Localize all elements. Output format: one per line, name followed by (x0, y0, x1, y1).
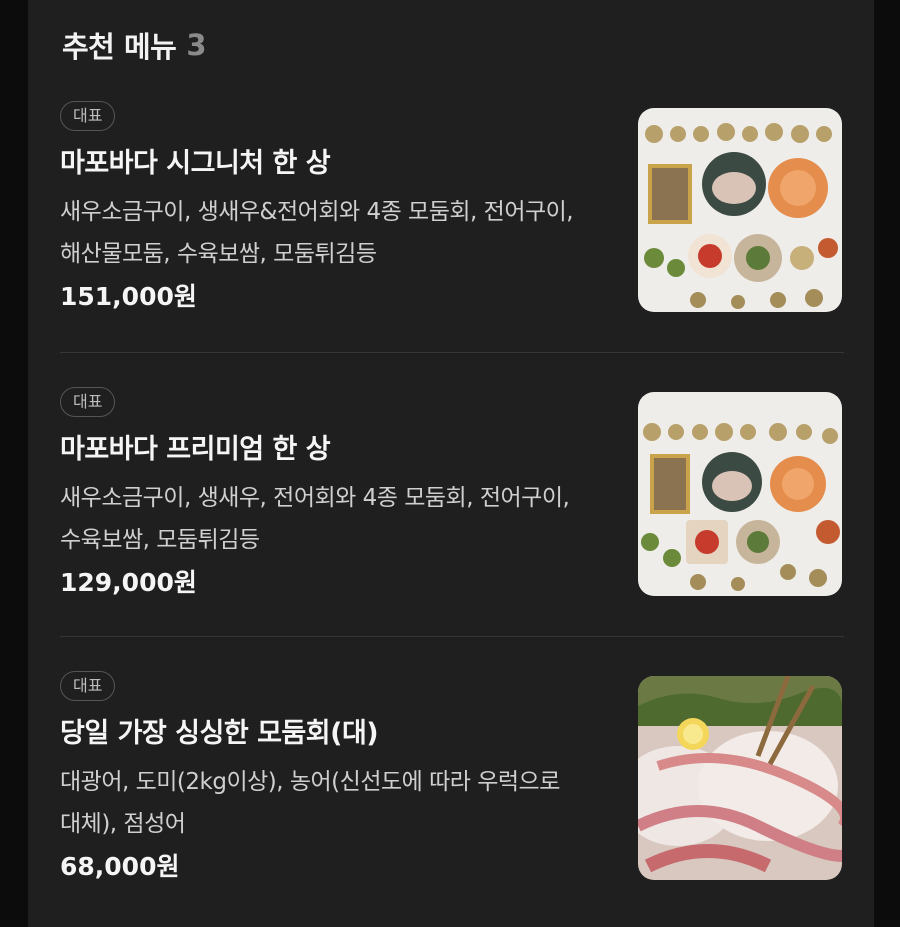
menu-item-description: 대광어, 도미(2kg이상), 농어(신선도에 따라 우럭으로 대체), 점성어 (60, 769, 560, 837)
section-count: 3 (186, 28, 207, 62)
representative-badge: 대표 (60, 101, 116, 131)
sashimi-platter-image (638, 676, 842, 880)
menu-item-description: 새우소금구이, 생새우, 전어회와 4종 모둠회, 전어구이, 수육보쌈, 모둠… (60, 485, 570, 553)
recommended-menu-panel: 추천 메뉴 3 대표 마포바다 시그니처 한 상 새우소금구이, 생새우&전어회… (28, 0, 874, 927)
menu-item-assorted-sashimi[interactable]: 대표 당일 가장 싱싱한 모둠회(대) 대광어, 도미(2kg이상), 농어(신… (28, 671, 874, 927)
section-title: 추천 메뉴 (62, 30, 177, 64)
menu-item-photo[interactable] (638, 676, 842, 880)
menu-item-name: 당일 가장 싱싱한 모둠회(대) (60, 718, 379, 749)
representative-badge: 대표 (60, 671, 116, 701)
menu-item-price: 129,000원 (60, 568, 197, 597)
representative-badge: 대표 (60, 387, 116, 417)
seafood-spread-image (638, 392, 842, 596)
divider (60, 636, 844, 637)
menu-item-premium[interactable]: 대표 마포바다 프리미엄 한 상 새우소금구이, 생새우, 전어회와 4종 모둠… (28, 387, 874, 671)
section-header: 추천 메뉴 3 (62, 22, 207, 68)
menu-item-price: 68,000원 (60, 852, 180, 881)
menu-item-name: 마포바다 시그니처 한 상 (60, 148, 331, 179)
menu-item-price: 151,000원 (60, 282, 197, 311)
menu-item-signature[interactable]: 대표 마포바다 시그니처 한 상 새우소금구이, 생새우&전어회와 4종 모둠회… (28, 101, 874, 385)
menu-item-photo[interactable] (638, 392, 842, 596)
menu-item-description: 새우소금구이, 생새우&전어회와 4종 모둠회, 전어구이, 해산물모둠, 수육… (60, 199, 574, 267)
menu-item-name: 마포바다 프리미엄 한 상 (60, 434, 331, 465)
divider (60, 352, 844, 353)
menu-item-photo[interactable] (638, 108, 842, 312)
seafood-spread-image (638, 108, 842, 312)
